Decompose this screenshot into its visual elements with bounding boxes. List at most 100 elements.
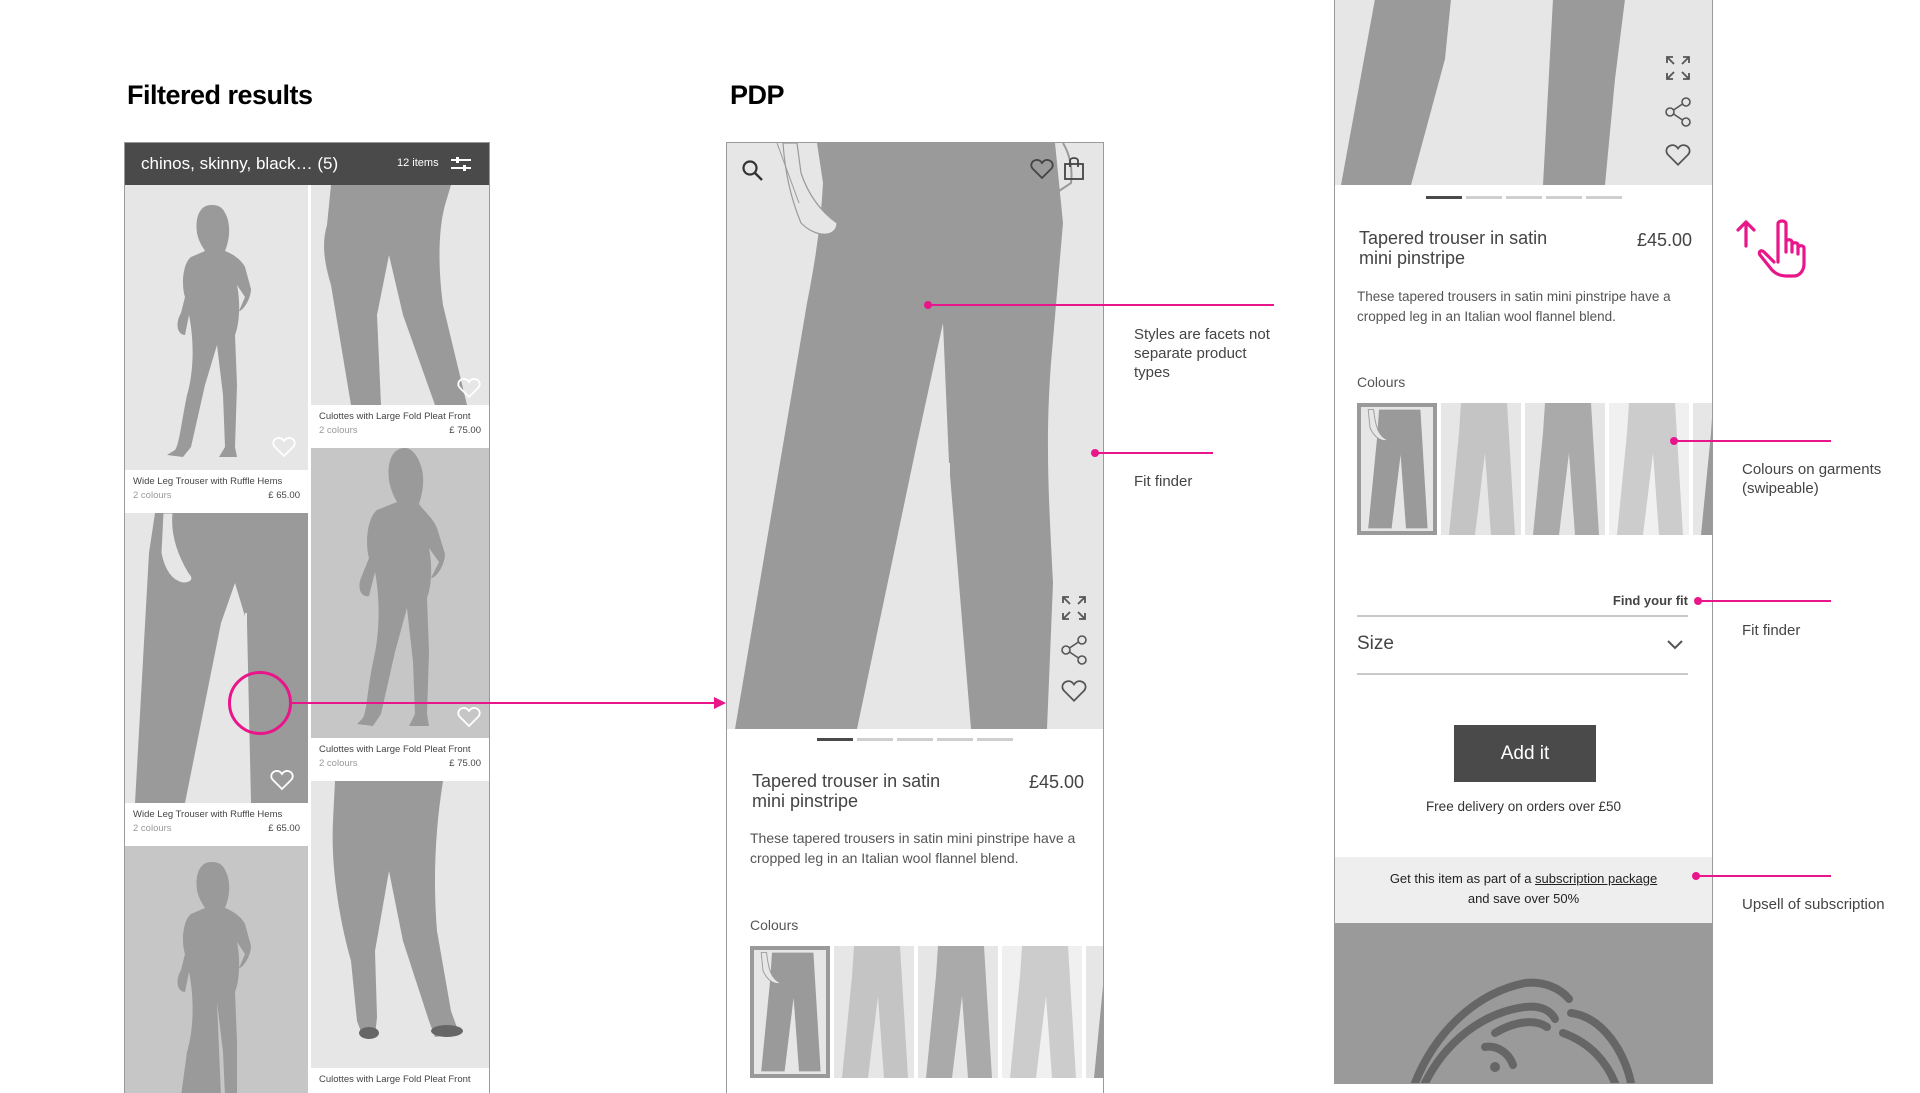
product-tile[interactable]: Culottes with Large Fold Pleat Front 2 c… (311, 185, 489, 445)
pdp-title: PDP (730, 80, 785, 110)
product-title-line: mini pinstripe (752, 791, 859, 811)
product-caption: Culottes with Large Fold Pleat Front 2 c… (311, 405, 489, 445)
product-price: £ 75.00 (449, 758, 481, 769)
product-colours: 2 colours (319, 758, 358, 769)
product-caption: Wide Leg Trouser with Ruffle Hems 2 colo… (125, 470, 308, 510)
model-image (1335, 923, 1712, 1083)
annotation-upsell: Upsell of subscription (1742, 896, 1885, 913)
upsell-prefix: Get this item as part of a (1389, 871, 1536, 886)
colour-swatch[interactable] (1357, 403, 1437, 535)
product-title-line: Tapered trouser in satin (752, 771, 941, 791)
product-hero-image[interactable] (1335, 0, 1712, 185)
heart-icon[interactable] (1030, 158, 1054, 180)
colour-swatch[interactable] (1002, 946, 1082, 1078)
product-price: £ 65.00 (268, 823, 300, 834)
product-price: £45.00 (1028, 772, 1084, 792)
product-image (125, 846, 308, 1093)
product-hero-image[interactable] (727, 143, 1103, 729)
delivery-info: Free delivery on orders over £50 (1425, 799, 1622, 814)
colour-swatch[interactable] (918, 946, 998, 1078)
description-line: cropped leg in an Italian wool flannel b… (1357, 309, 1616, 324)
share-icon[interactable] (1060, 635, 1088, 665)
product-tile[interactable]: Wide Leg Trouser with Ruffle Hems 2 colo… (125, 185, 308, 510)
product-tile[interactable]: Culottes with Large Fold Pleat Front 2 c… (311, 448, 489, 778)
colour-swatch[interactable] (1525, 403, 1605, 535)
product-colours: 2 colours (133, 490, 172, 501)
carousel-dot[interactable] (897, 738, 933, 741)
colour-swatch[interactable] (1086, 946, 1103, 1078)
size-label: Size (1357, 633, 1394, 654)
search-icon[interactable] (741, 159, 765, 183)
add-to-bag-button[interactable]: Add it (1454, 725, 1596, 782)
share-icon[interactable] (1664, 97, 1692, 127)
colours-label: Colours (1357, 374, 1406, 390)
heart-icon[interactable] (1061, 679, 1087, 703)
heart-icon[interactable] (272, 436, 296, 458)
carousel-dot[interactable] (937, 738, 973, 741)
product-price: £ 75.00 (449, 425, 481, 436)
product-name: Wide Leg Trouser with Ruffle Hems (133, 809, 283, 820)
annotation-line (1698, 600, 1831, 602)
expand-icon[interactable] (1061, 595, 1087, 621)
product-tile[interactable]: Culottes with Large Fold Pleat Front (311, 781, 489, 1093)
carousel-dot[interactable] (977, 738, 1013, 741)
heart-icon[interactable] (457, 706, 481, 728)
colour-swatch[interactable] (1693, 403, 1712, 535)
annotation-line (1674, 440, 1831, 442)
product-caption: Culottes with Large Fold Pleat Front (311, 1068, 489, 1093)
filtered-results-screen: chinos, skinny, black… (5) 12 items Wide… (124, 142, 490, 1093)
colour-swatch[interactable] (834, 946, 914, 1078)
product-caption: Culottes with Large Fold Pleat Front 2 c… (311, 738, 489, 778)
product-title-line: Tapered trouser in satin (1359, 228, 1548, 248)
product-description: These tapered trousers in satin mini pin… (750, 828, 1075, 868)
carousel-dot[interactable] (1426, 196, 1462, 199)
subscription-upsell: Get this item as part of a subscription … (1335, 857, 1712, 923)
product-colours: 2 colours (319, 425, 358, 436)
annotation-line (1696, 875, 1831, 877)
search-query[interactable]: chinos, skinny, black… (5) (141, 154, 338, 174)
carousel-dot[interactable] (817, 738, 853, 741)
carousel-indicator[interactable] (817, 738, 1013, 741)
product-image (125, 513, 308, 803)
product-price: £ 65.00 (268, 490, 300, 501)
product-description: These tapered trousers in satin mini pin… (1357, 287, 1671, 327)
sliders-icon[interactable] (451, 156, 471, 172)
colour-swatch[interactable] (1609, 403, 1689, 535)
upsell-suffix: and save over 50% (1467, 891, 1580, 906)
filtered-results-title: Filtered results (127, 80, 313, 110)
description-line: cropped leg in an Italian wool flannel b… (750, 850, 1019, 866)
description-line: These tapered trousers in satin mini pin… (750, 830, 1076, 846)
colour-swatch[interactable] (750, 946, 830, 1078)
colour-swatch[interactable] (1441, 403, 1521, 535)
carousel-dot[interactable] (1546, 196, 1582, 199)
annotation-line (1095, 452, 1213, 454)
product-name: Culottes with Large Fold Pleat Front (319, 411, 471, 422)
annotation-line (928, 304, 1274, 306)
find-your-fit-link[interactable]: Find your fit (1613, 593, 1688, 608)
size-select[interactable]: Size (1357, 615, 1688, 675)
subscription-package-link[interactable]: subscription package (1535, 871, 1657, 886)
colours-label: Colours (750, 917, 799, 933)
bag-icon[interactable] (1063, 155, 1085, 181)
product-title-line: mini pinstripe (1359, 248, 1466, 268)
product-price: £45.00 (1636, 230, 1692, 250)
swipe-up-hand-icon (1736, 219, 1806, 278)
product-image (311, 448, 489, 738)
heart-icon[interactable] (270, 769, 294, 791)
heart-icon[interactable] (457, 377, 481, 399)
carousel-dot[interactable] (1506, 196, 1542, 199)
focus-circle (228, 671, 292, 735)
pdp-screen: Tapered trouser in satin mini pinstripe … (726, 142, 1104, 1093)
carousel-indicator[interactable] (1426, 196, 1622, 199)
product-title: Tapered trouser in satin mini pinstripe (752, 771, 940, 811)
pdp-scrolled-screen: Tapered trouser in satin mini pinstripe … (1334, 0, 1713, 1084)
heart-icon[interactable] (1665, 143, 1691, 167)
description-line: These tapered trousers in satin mini pin… (1357, 289, 1671, 304)
results-header: chinos, skinny, black… (5) 12 items (125, 143, 489, 185)
carousel-dot[interactable] (1586, 196, 1622, 199)
carousel-dot[interactable] (857, 738, 893, 741)
arrow-head-icon (714, 697, 726, 709)
expand-icon[interactable] (1665, 55, 1691, 81)
carousel-dot[interactable] (1466, 196, 1502, 199)
product-tile[interactable] (125, 846, 308, 1093)
